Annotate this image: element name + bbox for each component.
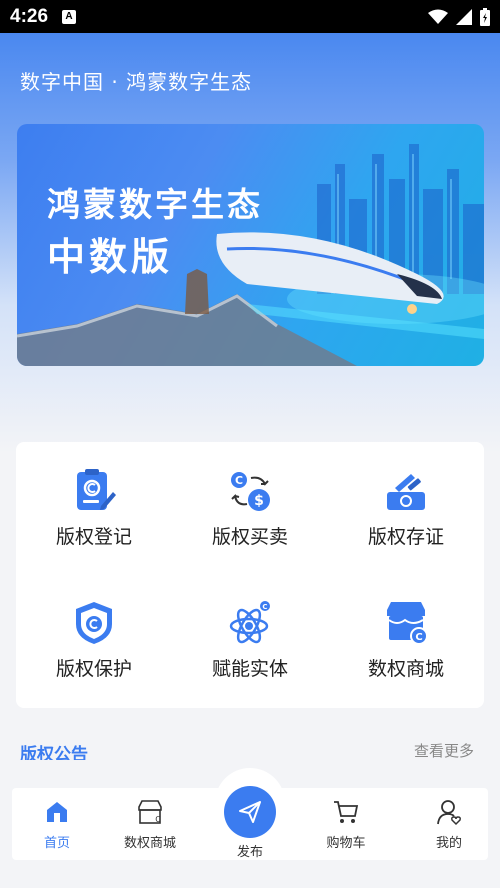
cart-icon: [334, 801, 359, 823]
promo-banner[interactable]: 鸿蒙数字生态 中数版: [17, 124, 484, 366]
publish-label: 发布: [236, 845, 263, 860]
tab-label: 数权商城: [123, 836, 176, 851]
banner-title: 鸿蒙数字生态: [47, 185, 263, 224]
tab-profile[interactable]: 我的: [404, 788, 494, 860]
shop-icon: C: [138, 800, 162, 824]
app-notification-icon: A: [62, 9, 77, 24]
atom-icon: C: [229, 601, 270, 644]
status-bar: 4:26 A: [0, 0, 500, 33]
service-copyright-trade[interactable]: C $ 版权买卖: [172, 442, 328, 562]
service-label: 数权商城: [367, 658, 444, 680]
tab-home[interactable]: 首页: [12, 788, 102, 860]
svg-text:C: C: [415, 632, 422, 643]
service-label: 版权保护: [55, 658, 132, 680]
services-grid: 版权登记 C $ 版权买卖 版权存证 版权保护 C 赋能实体 C 数权商城: [16, 442, 484, 708]
tab-label: 我的: [435, 836, 462, 851]
tab-data-mall[interactable]: C 数权商城: [105, 788, 195, 860]
service-label: 赋能实体: [211, 658, 288, 680]
service-label: 版权存证: [367, 526, 444, 548]
copyright-register-icon: [77, 469, 116, 510]
copyright-evidence-icon: [387, 474, 425, 510]
wifi-icon: [428, 9, 448, 24]
copyright-protect-shield-icon: [76, 602, 112, 644]
svg-text:C: C: [262, 603, 267, 611]
send-icon: [239, 801, 261, 823]
banner-subtitle: 中数版: [47, 235, 174, 279]
service-copyright-register[interactable]: 版权登记: [16, 442, 172, 562]
home-icon: [47, 802, 67, 822]
service-label: 版权买卖: [211, 526, 288, 548]
bottom-safe-area: [0, 878, 500, 888]
status-time: 4:26: [10, 5, 49, 27]
battery-icon: [480, 7, 490, 26]
service-copyright-evidence[interactable]: 版权存证: [328, 442, 484, 562]
status-icons: [428, 7, 490, 26]
profile-icon: [437, 800, 461, 826]
svg-text:C: C: [155, 815, 161, 824]
service-copyright-protect[interactable]: 版权保护: [16, 574, 172, 694]
tab-label: 首页: [43, 836, 70, 851]
service-empower-entity[interactable]: C 赋能实体: [172, 574, 328, 694]
tab-cart[interactable]: 购物车: [301, 788, 391, 860]
svg-text:C: C: [235, 474, 243, 487]
tab-label: 购物车: [326, 836, 366, 851]
service-label: 版权登记: [55, 526, 132, 548]
copyright-trade-icon: C $: [231, 472, 270, 511]
store-icon: C: [387, 602, 428, 645]
publish-button[interactable]: [224, 786, 276, 838]
service-data-mall[interactable]: C 数权商城: [328, 574, 484, 694]
signal-icon: [456, 8, 472, 25]
notice-section: 版权公告 查看更多: [20, 740, 480, 760]
notice-title: 版权公告: [20, 745, 88, 760]
notice-more-link[interactable]: 查看更多: [414, 740, 474, 760]
svg-text:$: $: [254, 493, 264, 509]
page-subtitle: 数字中国 · 鸿蒙数字生态: [20, 70, 253, 94]
